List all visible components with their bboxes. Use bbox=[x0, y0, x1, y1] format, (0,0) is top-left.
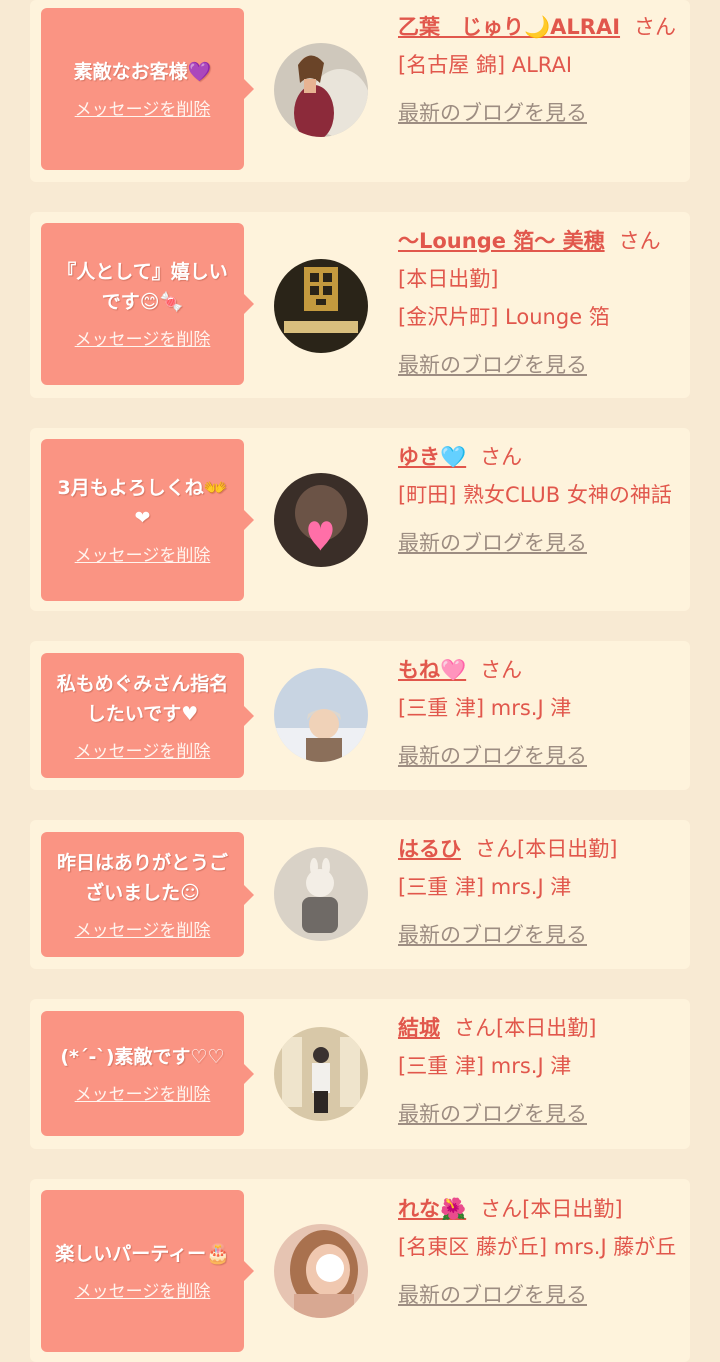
san-label: さん bbox=[480, 658, 523, 682]
avatar[interactable] bbox=[274, 259, 368, 353]
delete-message-link[interactable]: メッセージを削除 bbox=[75, 545, 211, 567]
status-label: [本日出勤] bbox=[522, 1197, 623, 1221]
profile-photo-icon bbox=[274, 43, 368, 137]
status-label: [本日出勤] bbox=[517, 837, 618, 861]
message-bubble: 『人として』嬉しいです😊🍬 メッセージを削除 bbox=[41, 223, 254, 385]
cast-info: れな🌺 さん[本日出勤] [名東区 藤が丘] mrs.J 藤が丘 最新のブログを見… bbox=[398, 1190, 680, 1314]
shop-label: [金沢片町] Lounge 箔 bbox=[398, 305, 610, 329]
blog-link[interactable]: 最新のブログを見る bbox=[398, 524, 680, 562]
status-label: [本日出勤] bbox=[496, 1016, 597, 1040]
cast-name-link[interactable]: もね🩷 bbox=[398, 658, 466, 682]
avatar[interactable] bbox=[274, 1027, 368, 1121]
cast-name-link[interactable]: 乙葉 じゅり🌙ALRAI bbox=[398, 15, 620, 39]
list-item: 3月もよろしくね👐❤ メッセージを削除 ゆき🩵 さん [町田] 熟女CLUB 女神… bbox=[30, 428, 690, 611]
list-item: 素敵なお客様💜 メッセージを削除 乙葉 じゅり🌙ALRAI さん [名古屋 錦] … bbox=[30, 0, 690, 182]
cast-info: 〜Lounge 箔〜 美穂 さん [本日出勤] [金沢片町] Lounge 箔 最… bbox=[398, 222, 680, 384]
message-text: 昨日はありがとうございました☺ bbox=[56, 851, 228, 904]
cast-info: ゆき🩵 さん [町田] 熟女CLUB 女神の神話 最新のブログを見る bbox=[398, 438, 680, 562]
message-bubble: 3月もよろしくね👐❤ メッセージを削除 bbox=[41, 439, 254, 601]
shop-label: [名古屋 錦] ALRAI bbox=[398, 53, 573, 77]
message-bubble: 私もめぐみさん指名したいです♥ メッセージを削除 bbox=[41, 653, 254, 778]
shop-label: [三重 津] mrs.J 津 bbox=[398, 696, 572, 720]
delete-message-link[interactable]: メッセージを削除 bbox=[75, 1281, 211, 1303]
delete-message-link[interactable]: メッセージを削除 bbox=[75, 99, 211, 121]
cast-name-link[interactable]: 結城 bbox=[398, 1016, 440, 1040]
blog-link[interactable]: 最新のブログを見る bbox=[398, 916, 680, 954]
cast-name-link[interactable]: ゆき🩵 bbox=[398, 445, 466, 469]
message-bubble: 楽しいパーティー🎂 メッセージを削除 bbox=[41, 1190, 254, 1352]
list-item: (*´-`)素敵です♡♡ メッセージを削除 結城 さん[本日出勤] [三重 津] … bbox=[30, 999, 690, 1149]
cast-name-link[interactable]: 〜Lounge 箔〜 美穂 bbox=[398, 229, 605, 253]
list-item: 私もめぐみさん指名したいです♥ メッセージを削除 もね🩷 さん [三重 津] mr… bbox=[30, 641, 690, 790]
blog-link[interactable]: 最新のブログを見る bbox=[398, 94, 680, 132]
delete-message-link[interactable]: メッセージを削除 bbox=[75, 741, 211, 763]
list-item: 楽しいパーティー🎂 メッセージを削除 れな🌺 さん[本日出勤] [名東区 藤が丘]… bbox=[30, 1179, 690, 1362]
cast-info: 乙葉 じゅり🌙ALRAI さん [名古屋 錦] ALRAI 最新のブログを見る bbox=[398, 8, 680, 132]
san-label: さん bbox=[618, 229, 661, 253]
shop-logo-icon bbox=[274, 259, 368, 353]
blog-link[interactable]: 最新のブログを見る bbox=[398, 737, 680, 775]
cast-name-link[interactable]: れな🌺 bbox=[398, 1197, 466, 1221]
avatar[interactable] bbox=[274, 473, 368, 567]
message-text: 私もめぐみさん指名したいです♥ bbox=[56, 672, 229, 725]
blog-link[interactable]: 最新のブログを見る bbox=[398, 1095, 680, 1133]
cast-info: もね🩷 さん [三重 津] mrs.J 津 最新のブログを見る bbox=[398, 651, 680, 775]
avatar[interactable] bbox=[274, 847, 368, 941]
avatar[interactable] bbox=[274, 1224, 368, 1318]
avatar[interactable] bbox=[274, 668, 368, 762]
profile-photo-icon bbox=[274, 668, 368, 762]
message-bubble: 昨日はありがとうございました☺ メッセージを削除 bbox=[41, 832, 254, 957]
blog-link[interactable]: 最新のブログを見る bbox=[398, 1276, 680, 1314]
delete-message-link[interactable]: メッセージを削除 bbox=[75, 920, 211, 942]
message-text: 楽しいパーティー🎂 bbox=[55, 1243, 230, 1265]
cast-info: 結城 さん[本日出勤] [三重 津] mrs.J 津 最新のブログを見る bbox=[398, 1009, 680, 1133]
message-text: 『人として』嬉しいです😊🍬 bbox=[57, 261, 228, 313]
shop-label: [三重 津] mrs.J 津 bbox=[398, 875, 572, 899]
message-text: (*´-`)素敵です♡♡ bbox=[60, 1045, 225, 1068]
san-label: さん bbox=[480, 1197, 523, 1221]
blog-link[interactable]: 最新のブログを見る bbox=[398, 346, 680, 384]
san-label: さん bbox=[475, 837, 517, 861]
avatar[interactable] bbox=[274, 43, 368, 137]
san-label: さん bbox=[634, 15, 677, 39]
list-item: 昨日はありがとうございました☺ メッセージを削除 はるひ さん[本日出勤] [三重… bbox=[30, 820, 690, 969]
delete-message-link[interactable]: メッセージを削除 bbox=[75, 1084, 211, 1106]
profile-photo-icon bbox=[274, 1224, 368, 1318]
san-label: さん bbox=[480, 445, 523, 469]
profile-photo-icon bbox=[274, 847, 368, 941]
message-text: 素敵なお客様💜 bbox=[73, 61, 212, 83]
delete-message-link[interactable]: メッセージを削除 bbox=[75, 329, 211, 351]
cast-name-link[interactable]: はるひ bbox=[398, 837, 461, 861]
list-item: 『人として』嬉しいです😊🍬 メッセージを削除 〜Lounge 箔〜 美穂 さん [… bbox=[30, 212, 690, 398]
profile-photo-icon bbox=[274, 1027, 368, 1121]
message-text: 3月もよろしくね👐❤ bbox=[57, 477, 228, 529]
profile-photo-icon bbox=[274, 473, 368, 567]
cast-info: はるひ さん[本日出勤] [三重 津] mrs.J 津 最新のブログを見る bbox=[398, 830, 680, 954]
san-label: さん bbox=[454, 1016, 496, 1040]
message-bubble: (*´-`)素敵です♡♡ メッセージを削除 bbox=[41, 1011, 254, 1136]
status-label: [本日出勤] bbox=[398, 267, 499, 291]
shop-label: [名東区 藤が丘] mrs.J 藤が丘 bbox=[398, 1235, 677, 1259]
message-bubble: 素敵なお客様💜 メッセージを削除 bbox=[41, 8, 254, 170]
shop-label: [三重 津] mrs.J 津 bbox=[398, 1054, 572, 1078]
shop-label: [町田] 熟女CLUB 女神の神話 bbox=[398, 483, 672, 507]
